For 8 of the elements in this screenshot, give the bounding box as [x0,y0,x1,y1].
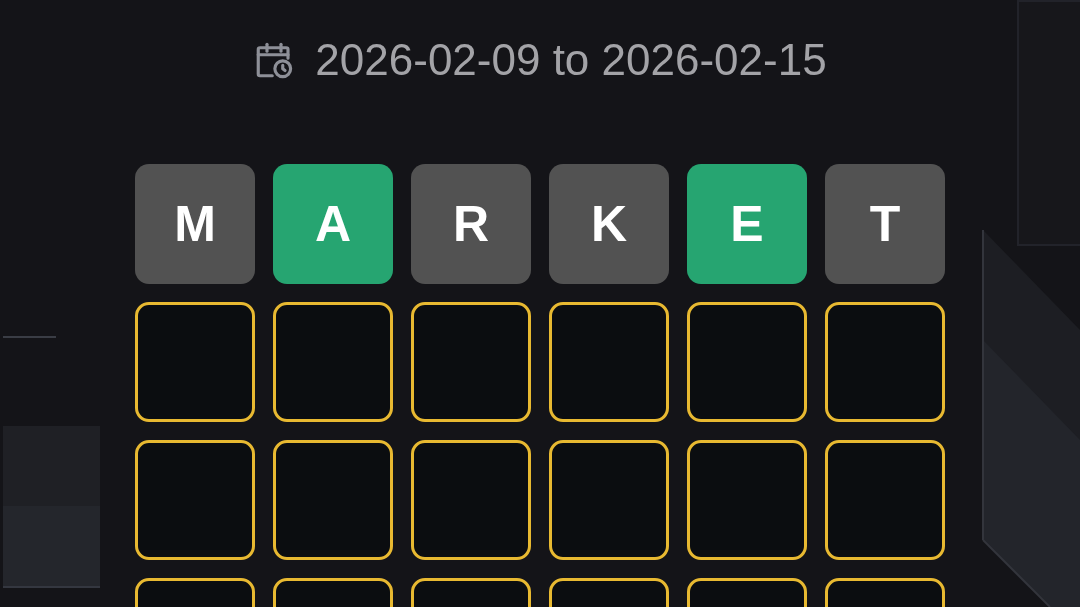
letter-tile: M [135,164,255,284]
letter-tile: E [687,164,807,284]
letter-tile: K [549,164,669,284]
letter-tile: A [273,164,393,284]
date-range: 2026-02-09 to 2026-02-15 [315,38,827,82]
letter-tile: T [825,164,945,284]
letter-tile: R [411,164,531,284]
ledge-line [2,336,57,338]
